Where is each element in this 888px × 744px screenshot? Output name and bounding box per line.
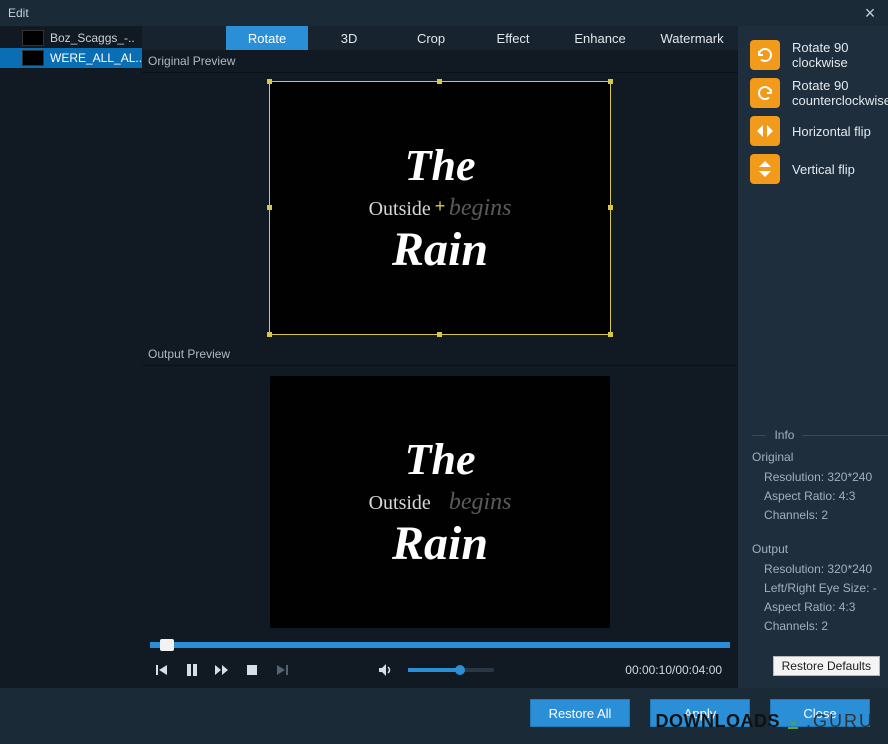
window-title: Edit: [8, 6, 29, 20]
seek-bar[interactable]: [142, 638, 738, 652]
info-line: Aspect Ratio: 4:3: [752, 487, 888, 506]
output-preview-label: Output Preview: [142, 343, 738, 366]
resize-handle[interactable]: [608, 332, 613, 337]
volume-slider[interactable]: [408, 668, 494, 672]
apply-button[interactable]: Apply: [650, 699, 750, 727]
video-content-text: begins: [449, 195, 512, 222]
volume-icon[interactable]: [378, 662, 394, 678]
footer: Restore All Apply Close DOWNLOADS .GURU: [0, 688, 888, 738]
crosshair-icon: +: [435, 198, 446, 218]
fast-forward-icon[interactable]: [214, 662, 230, 678]
tab-enhance[interactable]: Enhance: [554, 26, 646, 50]
next-icon[interactable]: [274, 662, 290, 678]
rotate-cw-button[interactable]: Rotate 90 clockwise: [738, 36, 888, 74]
tabs: Rotate 3D Crop Effect Enhance Watermark: [142, 26, 738, 50]
rotate-cw-icon: [750, 40, 780, 70]
tab-3d[interactable]: 3D: [308, 26, 390, 50]
video-content-text: begins: [449, 489, 512, 516]
resize-handle[interactable]: [267, 205, 272, 210]
video-frame-output: The Outside begins Rain: [270, 376, 610, 628]
flip-v-icon: [750, 154, 780, 184]
time-display: 00:00:10/00:04:00: [625, 663, 722, 677]
info-line: Resolution: 320*240: [752, 468, 888, 487]
info-line: Channels: 2: [752, 617, 888, 636]
seek-thumb[interactable]: [160, 639, 174, 651]
info-line: Resolution: 320*240: [752, 560, 888, 579]
player-controls: 00:00:10/00:04:00: [142, 652, 738, 688]
pause-icon[interactable]: [184, 662, 200, 678]
info-original-title: Original: [752, 450, 888, 464]
close-button[interactable]: Close: [770, 699, 870, 727]
tab-watermark[interactable]: Watermark: [646, 26, 738, 50]
tab-effect[interactable]: Effect: [472, 26, 554, 50]
flip-h-icon: [750, 116, 780, 146]
original-preview[interactable]: + The Outside begins Rain: [142, 73, 738, 343]
resize-handle[interactable]: [267, 332, 272, 337]
original-preview-label: Original Preview: [142, 50, 738, 73]
info-title: Info: [774, 428, 794, 442]
resize-handle[interactable]: [608, 79, 613, 84]
video-content-text: The: [405, 140, 476, 191]
action-label: Rotate 90 clockwise: [792, 40, 888, 70]
flip-horizontal-button[interactable]: Horizontal flip: [738, 112, 888, 150]
video-content-text: Outside: [369, 198, 431, 221]
right-panel: Rotate 90 clockwise Rotate 90 counterclo…: [738, 26, 888, 688]
file-sidebar: Boz_Scaggs_-.. WERE_ALL_AL..: [0, 26, 142, 688]
tab-rotate[interactable]: Rotate: [226, 26, 308, 50]
info-line: Aspect Ratio: 4:3: [752, 598, 888, 617]
restore-all-button[interactable]: Restore All: [530, 699, 630, 727]
volume-thumb[interactable]: [455, 665, 465, 675]
video-content-text: The: [405, 434, 476, 485]
action-label: Vertical flip: [792, 162, 855, 177]
close-icon[interactable]: ×: [860, 3, 880, 23]
info-output-title: Output: [752, 542, 888, 556]
file-item[interactable]: Boz_Scaggs_-..: [0, 28, 142, 48]
tab-crop[interactable]: Crop: [390, 26, 472, 50]
resize-handle[interactable]: [437, 332, 442, 337]
rotate-ccw-icon: [750, 78, 780, 108]
resize-handle[interactable]: [267, 79, 272, 84]
video-content-text: Rain: [392, 222, 488, 277]
video-frame-original[interactable]: + The Outside begins Rain: [270, 82, 610, 334]
action-label: Horizontal flip: [792, 124, 871, 139]
prev-icon[interactable]: [154, 662, 170, 678]
seek-track[interactable]: [150, 642, 730, 648]
resize-handle[interactable]: [437, 79, 442, 84]
info-line: Channels: 2: [752, 506, 888, 525]
titlebar: Edit ×: [0, 0, 888, 26]
flip-vertical-button[interactable]: Vertical flip: [738, 150, 888, 188]
output-preview[interactable]: The Outside begins Rain: [142, 366, 738, 638]
action-label: Rotate 90 counterclockwise: [792, 78, 888, 108]
video-content-text: Outside: [369, 492, 431, 515]
info-line: Left/Right Eye Size: -: [752, 579, 888, 598]
info-section: Info Original Resolution: 320*240 Aspect…: [738, 428, 888, 636]
stop-icon[interactable]: [244, 662, 260, 678]
video-content-text: Rain: [392, 516, 488, 571]
rotate-ccw-button[interactable]: Rotate 90 counterclockwise: [738, 74, 888, 112]
file-item[interactable]: WERE_ALL_AL..: [0, 48, 142, 68]
resize-handle[interactable]: [608, 205, 613, 210]
restore-defaults-button[interactable]: Restore Defaults: [773, 656, 880, 676]
